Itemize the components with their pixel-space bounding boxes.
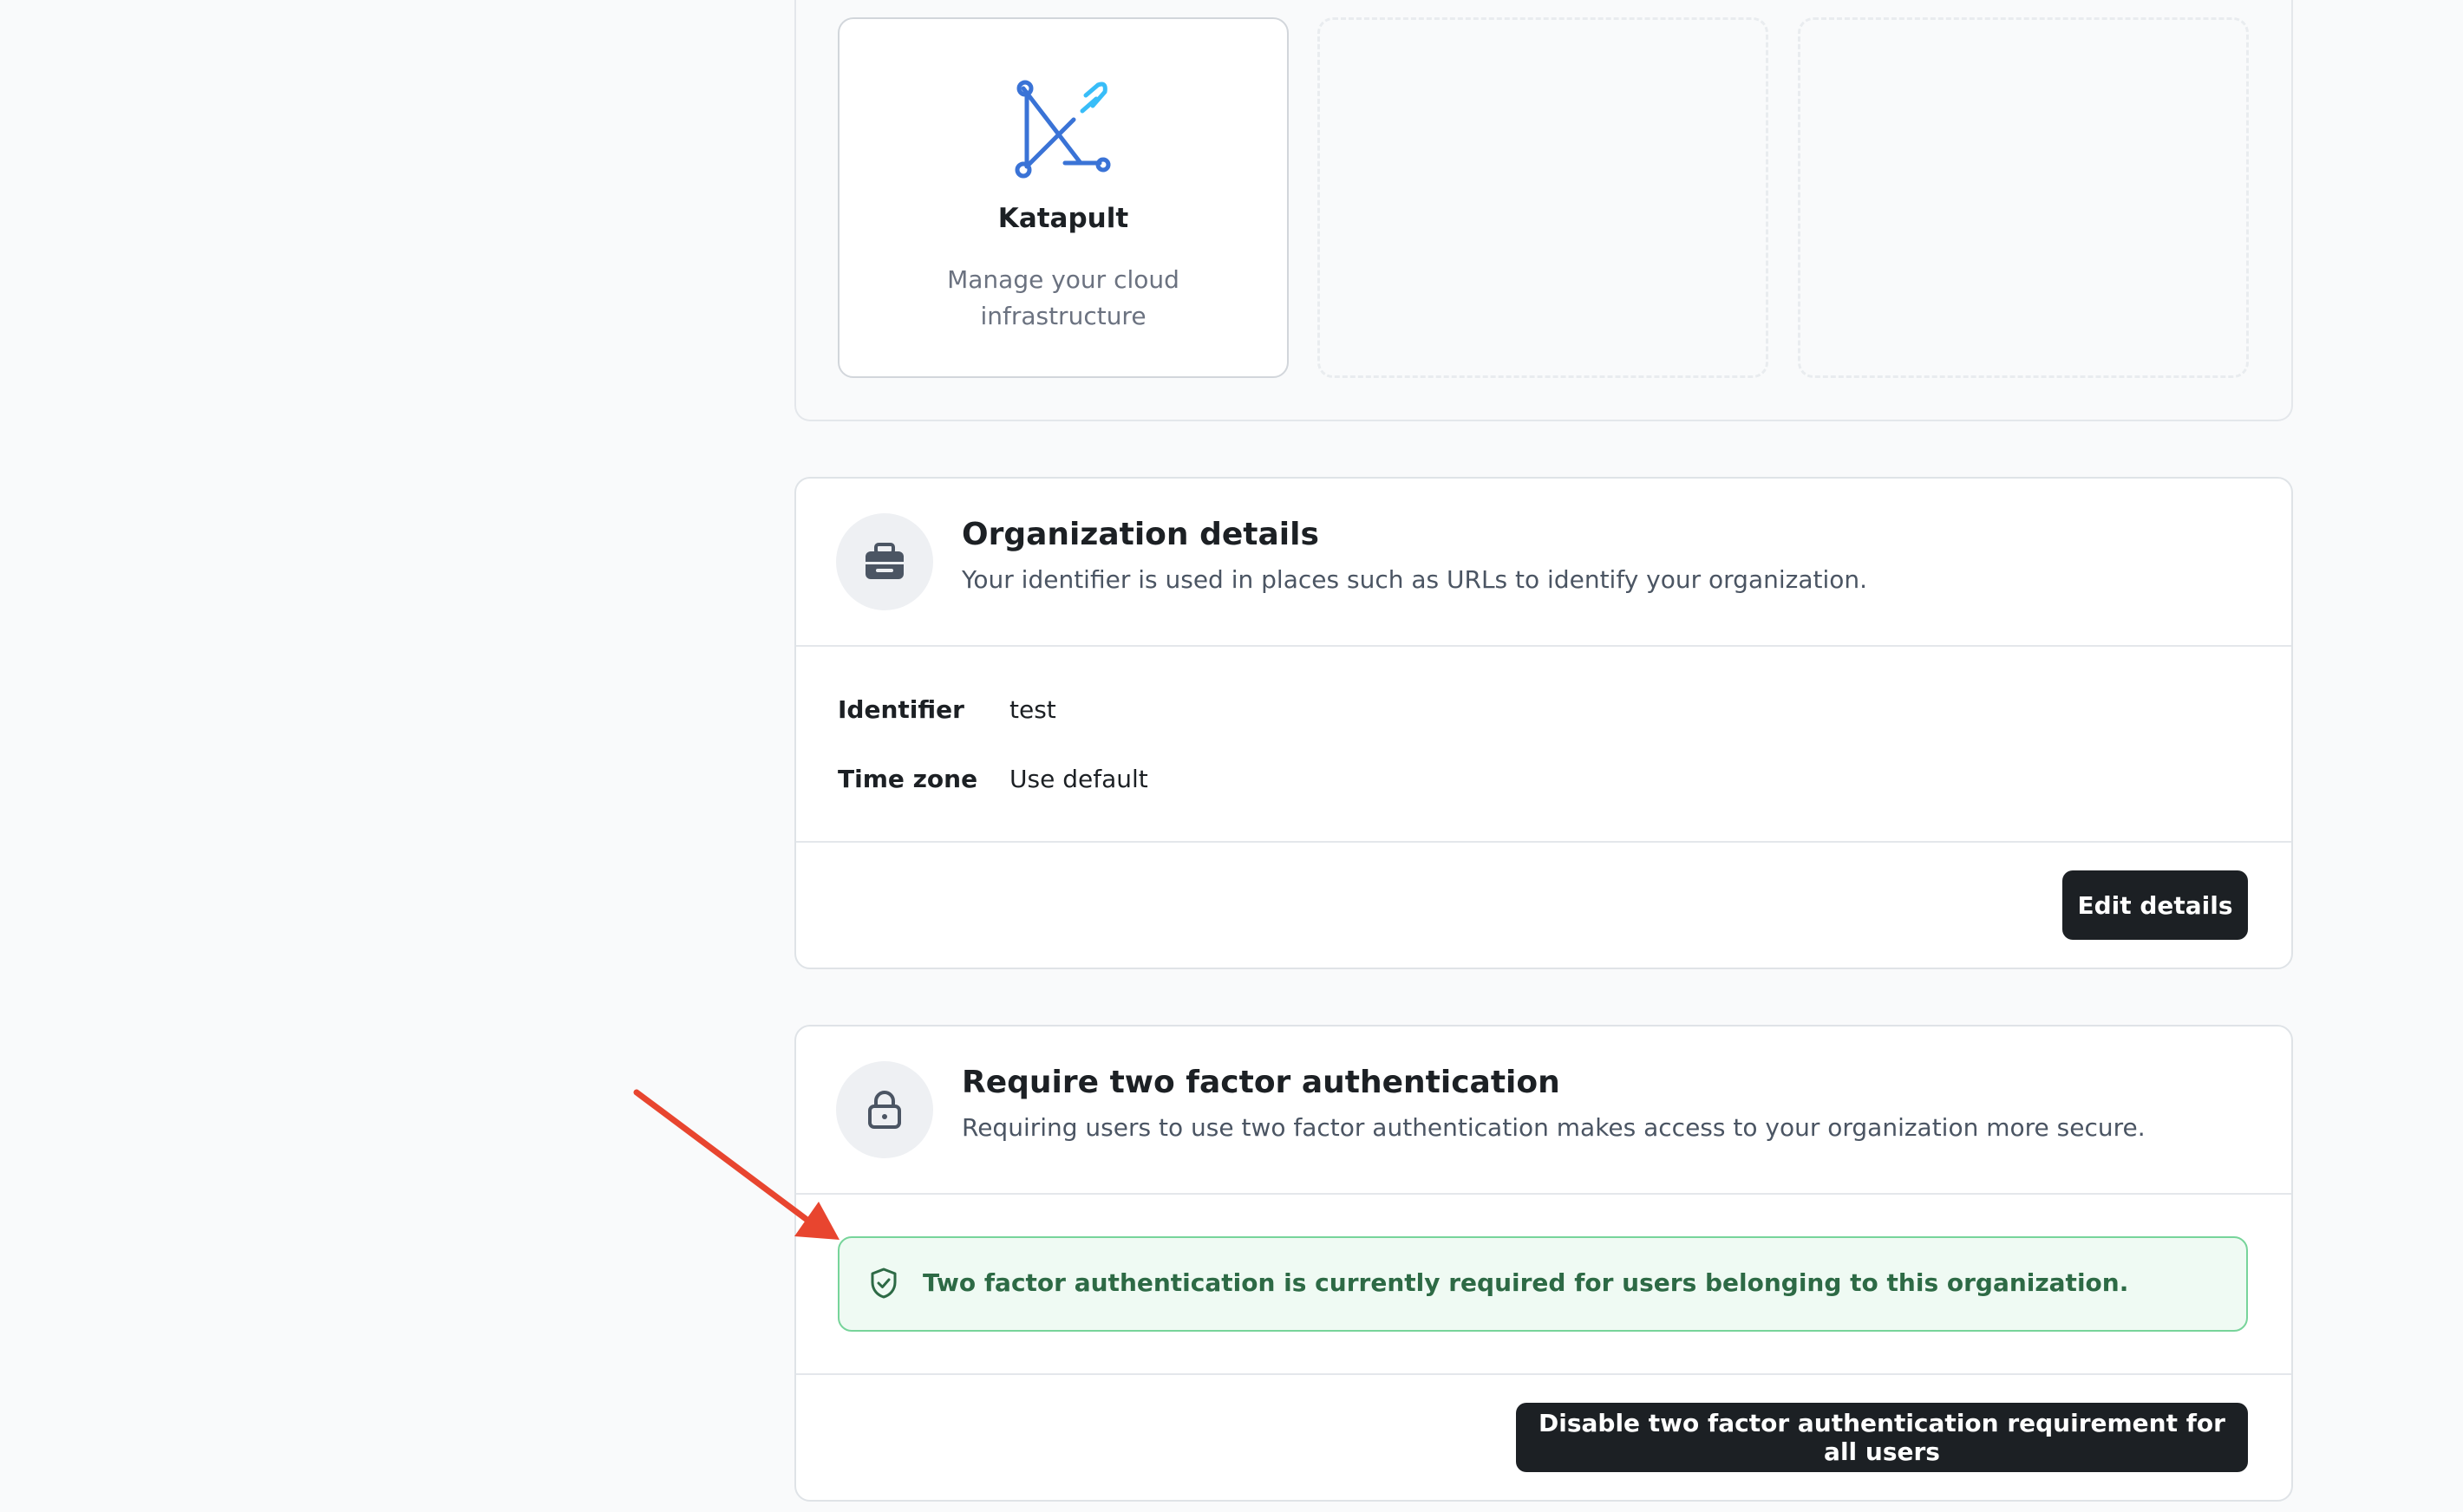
shield-check-icon (871, 1268, 897, 1299)
divider (796, 1373, 2291, 1375)
two-factor-status-text: Two factor authentication is currently r… (923, 1268, 2129, 1297)
katapult-logo-icon (1015, 80, 1111, 179)
two-factor-subtitle: Requiring users to use two factor authen… (962, 1113, 2146, 1142)
organization-details-title: Organization details (962, 517, 1319, 552)
product-slot-empty (1798, 17, 2249, 378)
divider (796, 645, 2291, 647)
product-name: Katapult (997, 203, 1129, 234)
briefcase-icon-circle (836, 513, 933, 610)
identifier-label: Identifier (838, 695, 964, 724)
divider (796, 1193, 2291, 1195)
annotation-arrow-icon (633, 1089, 840, 1240)
disable-two-factor-button[interactable]: Disable two factor authentication requir… (1516, 1403, 2248, 1472)
lock-icon (868, 1091, 901, 1129)
divider (796, 841, 2291, 843)
product-slot-empty (1317, 17, 1768, 378)
briefcase-icon (866, 543, 904, 579)
organization-details-subtitle: Your identifier is used in places such a… (962, 565, 1868, 594)
two-factor-title: Require two factor authentication (962, 1065, 1560, 1100)
time-zone-value: Use default (1009, 765, 1148, 793)
edit-details-button[interactable]: Edit details (2062, 870, 2248, 940)
time-zone-label: Time zone (838, 765, 978, 793)
identifier-value: test (1009, 695, 1056, 724)
product-description: Manage your cloud infrastructure (947, 265, 1179, 330)
lock-icon-circle (836, 1061, 933, 1158)
